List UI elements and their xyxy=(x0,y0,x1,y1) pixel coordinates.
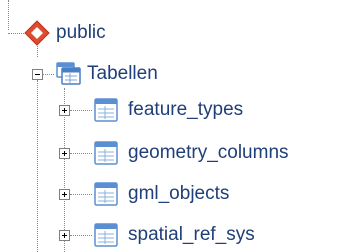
schema-diamond-icon xyxy=(24,20,50,46)
table-label: spatial_ref_sys xyxy=(128,224,255,245)
table-label: geometry_columns xyxy=(128,142,289,163)
expand-toggle[interactable] xyxy=(59,105,70,116)
table-icon xyxy=(94,98,118,122)
table-label: feature_types xyxy=(128,99,244,120)
expand-toggle[interactable] xyxy=(59,230,70,241)
navigation-tree: public Tabellen feature_types geometry_c… xyxy=(0,0,355,252)
tree-node-table[interactable]: gml_objects xyxy=(94,179,229,209)
tree-connector xyxy=(70,110,92,111)
expand-toggle[interactable] xyxy=(59,148,70,159)
tree-connector xyxy=(8,0,9,30)
tree-node-tables[interactable]: Tabellen xyxy=(56,59,158,89)
table-icon xyxy=(94,141,118,165)
tree-connector xyxy=(37,80,38,252)
expand-toggle[interactable] xyxy=(59,189,70,200)
schema-label: public xyxy=(56,22,106,43)
tree-connector xyxy=(42,74,54,75)
tree-connector xyxy=(70,194,92,195)
tree-node-table[interactable]: geometry_columns xyxy=(94,138,289,168)
tree-connector xyxy=(8,33,24,34)
tables-label: Tabellen xyxy=(87,63,158,84)
table-label: gml_objects xyxy=(128,183,230,204)
tree-connector xyxy=(70,153,92,154)
tree-node-table[interactable]: feature_types xyxy=(94,95,243,125)
tree-node-table[interactable]: spatial_ref_sys xyxy=(94,220,255,250)
table-icon xyxy=(94,223,118,247)
tree-connector xyxy=(70,235,92,236)
tables-folder-icon xyxy=(56,62,81,85)
table-icon xyxy=(94,182,118,206)
collapse-toggle[interactable] xyxy=(32,69,43,80)
tree-node-schema[interactable]: public xyxy=(24,18,106,48)
